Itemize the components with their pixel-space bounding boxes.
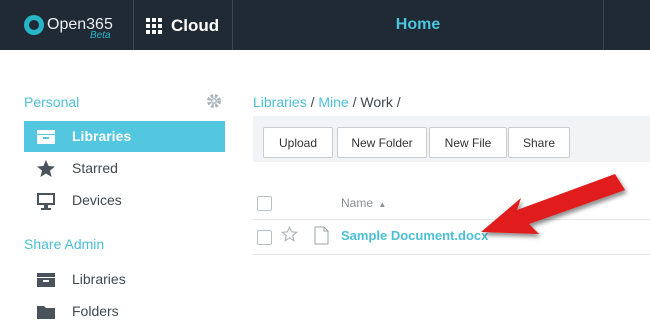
library-icon [37,273,55,287]
sidebar-item-share-libraries[interactable]: Libraries [24,264,225,295]
share-admin-heading: Share Admin [24,236,105,252]
sidebar-item-label: Devices [72,192,122,208]
beta-label: Beta [90,30,111,41]
gear-icon[interactable] [205,92,223,110]
folder-icon [37,306,55,319]
name-column-label: Name [341,196,374,210]
row-checkbox[interactable] [257,230,272,245]
breadcrumb-libraries-link[interactable]: Libraries [253,94,307,110]
breadcrumb: Libraries / Mine / Work / [253,94,401,110]
star-outline-icon[interactable] [281,226,298,242]
breadcrumb-separator: / [306,94,319,110]
sidebar-item-libraries[interactable]: Libraries [24,121,225,152]
breadcrumb-mine-link[interactable]: Mine [318,94,348,110]
document-icon [314,226,329,245]
personal-heading: Personal [24,94,80,110]
sidebar-item-label: Starred [72,160,118,176]
cloud-app-menu[interactable]: Cloud [134,0,233,50]
star-icon [37,160,55,177]
upload-button[interactable]: Upload [263,127,333,158]
new-file-button[interactable]: New File [429,127,507,158]
breadcrumb-separator: / [348,94,361,110]
breadcrumb-current: Work [360,94,393,110]
open365-logo-icon [24,15,44,35]
breadcrumb-separator: / [392,94,401,110]
sidebar-item-label: Folders [72,303,119,319]
name-column-header[interactable]: Name ▲ [341,196,386,210]
apps-grid-icon [146,18,162,34]
sidebar-item-label: Libraries [72,271,126,287]
sidebar-item-devices[interactable]: Devices [24,185,225,216]
cloud-label: Cloud [171,16,220,35]
share-button[interactable]: Share [508,127,570,158]
sort-ascending-icon: ▲ [378,200,387,209]
red-arrow-annotation [481,174,625,234]
top-bar: Open365 Beta Cloud Home [0,0,650,50]
select-all-checkbox[interactable] [257,196,272,211]
library-icon [37,130,55,144]
monitor-icon [37,193,55,210]
sidebar-item-starred[interactable]: Starred [24,153,225,184]
toolbar: Upload New Folder New File Share [253,116,650,162]
sidebar-item-share-folders[interactable]: Folders [24,296,225,327]
file-name-link[interactable]: Sample Document.docx [341,228,488,243]
page-title: Home [395,16,441,33]
app-logo[interactable]: Open365 Beta [0,0,134,50]
new-folder-button[interactable]: New Folder [337,127,427,158]
home-tab[interactable]: Home [233,0,604,50]
sidebar-item-label: Libraries [72,128,132,144]
